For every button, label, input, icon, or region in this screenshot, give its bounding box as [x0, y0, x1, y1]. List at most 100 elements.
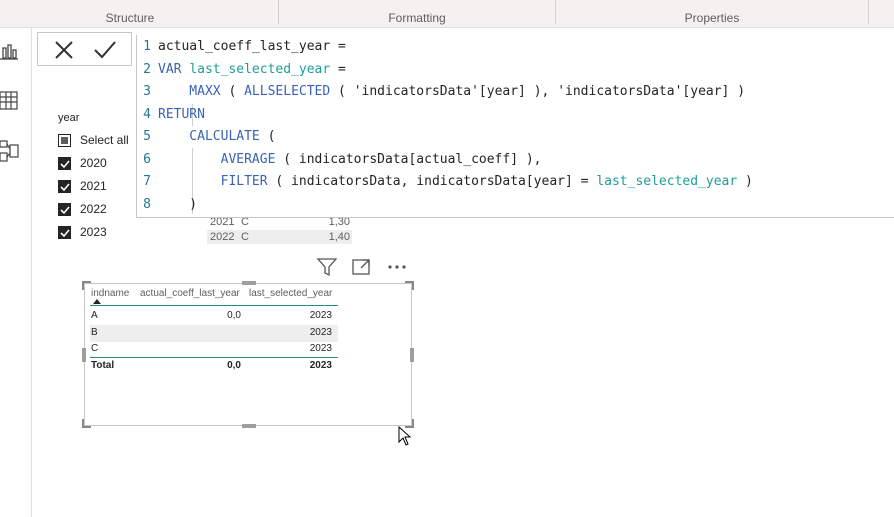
background-table-cell: 1,30 — [328, 218, 350, 228]
code-token: AVERAGE — [158, 151, 276, 167]
sort-ascending-icon — [93, 299, 101, 304]
background-table-cell: 1,40 — [328, 231, 350, 243]
background-table-row: 2021 C 1,30 — [207, 218, 352, 230]
view-rail — [0, 28, 32, 517]
cell-last-selected-year: 2023 — [309, 343, 332, 354]
code-token: ) — [729, 84, 746, 99]
ribbon-divider — [868, 0, 869, 24]
checkbox[interactable] — [58, 180, 71, 193]
background-table-row: 2022 C 1,40 — [207, 230, 352, 244]
total-last: 2023 — [309, 360, 332, 371]
background-table-cell: C — [241, 218, 249, 228]
code-token: ) — [737, 174, 753, 189]
code-token: ), — [525, 84, 558, 99]
slicer-item-label: 2020 — [80, 156, 107, 170]
slicer-title: year — [58, 112, 80, 124]
tab-formatting[interactable]: Formatting — [279, 0, 555, 28]
table-row[interactable]: C 2023 — [90, 341, 338, 358]
total-label: Total — [91, 360, 115, 371]
background-table: 2021 C 1,30 2022 C 1,40 — [207, 218, 352, 244]
code-text: CALCULATE ( — [158, 126, 275, 148]
table-view-icon[interactable] — [0, 89, 20, 113]
code-token: last_selected_year — [189, 61, 331, 77]
table-total-row: Total 0,0 2023 — [90, 357, 338, 374]
cell-indname: B — [91, 326, 98, 338]
code-token: RETURN — [158, 106, 205, 122]
dax-formula-editor[interactable]: 1 actual_coeff_last_year = 2 VAR last_selec… — [136, 35, 894, 218]
slicer-item-label: 2021 — [80, 179, 107, 193]
checkbox[interactable] — [58, 203, 71, 216]
code-token: ( indicatorsData, indicatorsData[year] = — [267, 174, 597, 189]
background-table-cell: 2022 — [210, 231, 235, 243]
background-table-cell: C — [241, 231, 249, 243]
table-header: indname actual_coeff_last_year last_sele… — [90, 286, 338, 306]
report-view-icon[interactable] — [0, 40, 20, 64]
table-row[interactable]: A 0,0 2023 — [90, 308, 338, 325]
resize-handle[interactable] — [82, 419, 91, 428]
code-token: ( — [220, 84, 245, 99]
code-token: ALLSELECTED — [244, 84, 331, 99]
code-text: MAXX ( ALLSELECTED ( 'indicatorsData'[ye… — [158, 81, 745, 103]
total-actual: 0,0 — [227, 360, 241, 371]
resize-handle[interactable] — [410, 348, 414, 362]
ribbon: Structure Formatting Properties — [0, 0, 894, 28]
checkmark-icon[interactable] — [92, 37, 118, 63]
code-token: actual_coeff_last_year = — [158, 39, 346, 54]
code-text: ) — [158, 194, 197, 216]
resize-handle[interactable] — [405, 281, 414, 290]
column-header-last-selected-year[interactable]: last_selected_year — [249, 286, 332, 302]
cell-indname: A — [91, 310, 98, 321]
line-number: 6 — [143, 151, 151, 167]
visual-header — [316, 256, 412, 278]
filter-icon[interactable] — [316, 256, 338, 278]
column-header-actual-coeff[interactable]: actual_coeff_last_year — [140, 286, 240, 302]
cell-indname: C — [91, 343, 99, 354]
resize-handle[interactable] — [242, 281, 256, 285]
line-number: 3 — [143, 84, 151, 99]
close-icon[interactable] — [51, 37, 77, 63]
focus-mode-icon[interactable] — [351, 256, 373, 278]
slicer-item-label: Select all — [80, 133, 129, 147]
line-number: 4 — [143, 106, 151, 122]
tab-structure[interactable]: Structure — [0, 0, 260, 28]
tab-properties[interactable]: Properties — [556, 0, 868, 28]
code-token: 'indicatorsData'[year] — [557, 84, 730, 99]
code-token: VAR — [158, 61, 190, 77]
formula-actions — [37, 32, 132, 66]
line-number: 7 — [143, 174, 151, 189]
line-number: 1 — [143, 39, 151, 54]
resize-handle[interactable] — [82, 348, 86, 362]
checkbox[interactable] — [58, 226, 71, 239]
line-number: 2 — [143, 61, 151, 77]
code-token: MAXX — [158, 84, 221, 99]
code-text: actual_coeff_last_year = — [158, 36, 346, 58]
cell-actual-coeff: 0,0 — [227, 310, 241, 321]
code-token: CALCULATE — [158, 129, 260, 144]
code-token: ( indicatorsData[actual_coeff] ), — [275, 151, 542, 167]
checkbox[interactable] — [58, 157, 71, 170]
code-token: FILTER — [158, 174, 268, 189]
code-token: 'indicatorsData'[year] — [353, 84, 526, 99]
code-text: FILTER ( indicatorsData, indicatorsData[… — [158, 171, 753, 193]
more-options-icon[interactable] — [386, 256, 408, 278]
cell-last-selected-year: 2023 — [309, 310, 332, 321]
resize-handle[interactable] — [242, 424, 256, 428]
partial-checkbox[interactable] — [58, 134, 71, 147]
code-token: = — [330, 61, 346, 77]
code-text: VAR last_selected_year = — [158, 59, 346, 81]
model-view-icon[interactable] — [0, 139, 20, 163]
code-token: ( — [330, 84, 354, 99]
slicer-item-label: 2022 — [80, 202, 107, 216]
code-text: AVERAGE ( indicatorsData[actual_coeff] )… — [158, 149, 542, 171]
background-table-cell: 2021 — [210, 218, 235, 228]
line-number: 5 — [143, 129, 151, 144]
mouse-pointer-icon — [398, 425, 412, 446]
code-token: last_selected_year — [596, 174, 738, 189]
cell-last-selected-year: 2023 — [309, 326, 332, 338]
table-row[interactable]: B 2023 — [90, 324, 338, 342]
code-text: RETURN — [158, 104, 205, 126]
slicer-item-label: 2023 — [80, 225, 107, 239]
code-token: ) — [158, 196, 198, 212]
line-number: 8 — [143, 196, 151, 212]
code-token: ( — [259, 129, 276, 144]
